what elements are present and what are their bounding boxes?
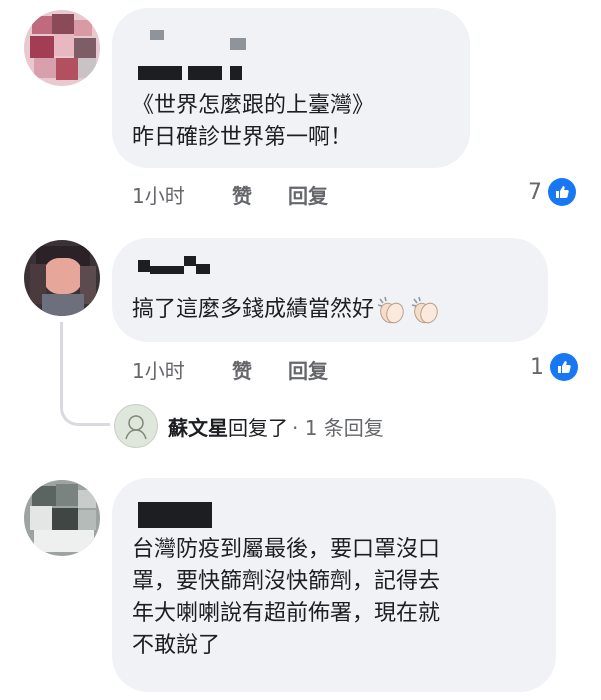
comment-text-line: 台灣防疫到屬最後，要口罩沒口 [132,537,441,562]
reply-button[interactable]: 回复 [288,180,328,209]
comment-bubble: 搞了這麼多錢成績當然好 [112,238,548,342]
comment-text-line: 《世界怎麼跟的上臺灣》 [132,93,375,118]
comment-actions: 1小时 赞 回复 [132,355,328,384]
redacted-name [138,502,212,528]
comment-text-line: 搞了這麼多錢成績當然好 [132,294,442,326]
comment-bubble: 台灣防疫到屬最後，要口罩沒口 罩，要快篩劑沒快篩劑，記得去 年大喇喇說有超前佈署… [112,478,556,692]
thumbs-up-icon [548,178,576,206]
redacted-name [196,264,210,274]
redacted-name [150,266,184,274]
reply-button[interactable]: 回复 [288,355,328,384]
clapping-hands-icon [377,296,404,324]
redacted-name [184,256,196,266]
reply-thread-line [60,322,110,426]
comment-actions: 1小时 赞 回复 [132,180,328,209]
comment-text-line: 昨日確診世界第一啊！ [132,125,353,150]
like-button[interactable]: 赞 [232,180,288,209]
redacted-name [230,66,242,80]
reply-author-name: 蘇文星 [168,415,228,440]
redacted-name [230,38,246,50]
comment-text-line: 年大喇喇說有超前佈署，現在就 [132,601,441,626]
like-count: 1 [530,354,544,380]
reply-action-text: 回复了 [228,415,288,440]
comment-text: 搞了這麼多錢成績當然好 [132,297,375,322]
like-button[interactable]: 赞 [232,355,288,384]
redacted-name [138,66,182,80]
comment-text-line: 不敢說了 [132,633,221,658]
thumbs-up-icon [550,353,578,381]
commenter-avatar[interactable] [24,480,100,556]
clapping-hands-icon [411,296,438,324]
commenter-avatar[interactable] [24,240,100,316]
comment-text-line: 罩，要快篩劑沒快篩劑，記得去 [132,569,441,594]
comment-timestamp[interactable]: 1小时 [132,355,232,384]
redacted-name [150,30,164,40]
reaction-count[interactable]: 7 [528,178,576,206]
reply-author-avatar [114,404,158,448]
like-count: 7 [528,179,542,205]
comment-timestamp[interactable]: 1小时 [132,180,232,209]
redacted-name [188,66,222,80]
reaction-count[interactable]: 1 [530,353,578,381]
reply-count: · 1 条回复 [292,415,384,440]
view-replies-link[interactable]: 蘇文星 回复了 · 1 条回复 [114,404,384,448]
redacted-name [138,260,150,272]
commenter-avatar[interactable] [24,10,100,86]
comment-bubble: 《世界怎麼跟的上臺灣》 昨日確診世界第一啊！ [112,8,470,168]
